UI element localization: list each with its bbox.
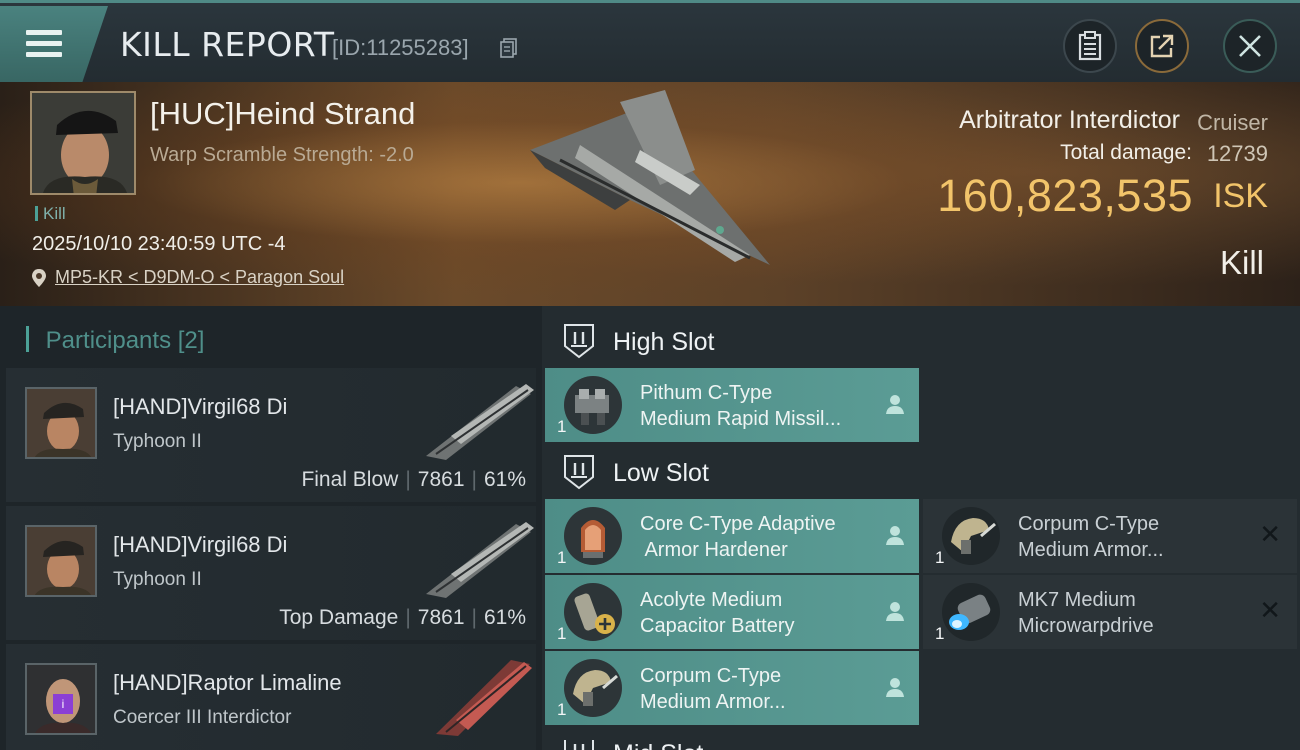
microwarpdrive-icon bbox=[942, 583, 1000, 641]
module-name: Corpum C-Type Medium Armor... bbox=[640, 665, 786, 713]
module-quantity: 1 bbox=[557, 548, 567, 567]
avatar bbox=[32, 93, 134, 193]
close-button[interactable] bbox=[1223, 19, 1277, 73]
participant-damage: 7861 bbox=[417, 606, 465, 629]
participant-name[interactable]: [HAND]Raptor Limaline bbox=[113, 670, 342, 696]
module-quantity: 1 bbox=[935, 624, 945, 643]
participant-ship: Coercer III Interdictor bbox=[113, 707, 292, 728]
participants-count: [2] bbox=[177, 327, 205, 354]
destroyed-x-icon: ✕ bbox=[1259, 519, 1281, 549]
participants-header: Participants [2] bbox=[26, 326, 205, 355]
isk-unit: ISK bbox=[1213, 177, 1268, 215]
module-name: Core C-Type Adaptive Armor Hardener bbox=[640, 513, 836, 561]
result-label: Kill bbox=[1219, 244, 1264, 281]
participant-ship-image bbox=[436, 660, 532, 736]
pilot-icon bbox=[886, 678, 904, 697]
participant-name[interactable]: [HAND]Virgil68 Di bbox=[113, 394, 287, 420]
menu-button[interactable] bbox=[0, 6, 108, 83]
clipboard-icon bbox=[1078, 31, 1102, 61]
participant-ship-image bbox=[426, 384, 534, 460]
high-slot-icon bbox=[564, 324, 594, 359]
module-quantity: 1 bbox=[935, 548, 945, 567]
module-name: Acolyte Medium Capacitor Battery bbox=[640, 589, 795, 637]
module-item[interactable]: 1 Core C-Type Adaptive Armor Hardener bbox=[545, 499, 919, 573]
module-item[interactable]: 1 Pithum C-Type Medium Rapid Missil... bbox=[545, 368, 919, 442]
pilot-icon bbox=[886, 526, 904, 545]
module-item[interactable]: 1 Acolyte Medium Capacitor Battery bbox=[545, 575, 919, 649]
armor-repairer-icon bbox=[942, 507, 1000, 565]
participant-damage: 7861 bbox=[417, 468, 465, 491]
kill-tag: Kill bbox=[35, 204, 66, 224]
fitting-panel: High Slot 1 Pithum C-Type Medium Rapid M… bbox=[542, 306, 1300, 750]
module-quantity: 1 bbox=[557, 417, 567, 436]
module-item[interactable]: 1 Corpum C-Type Medium Armor... bbox=[545, 651, 919, 725]
participant-stats: Top Damage | 7861 | 61% bbox=[279, 606, 526, 629]
victim-name[interactable]: [HUC]Heind Strand bbox=[150, 96, 415, 132]
share-button[interactable] bbox=[1135, 19, 1189, 73]
participant-ship-image bbox=[426, 522, 534, 598]
low-slot-label: Low Slot bbox=[613, 459, 709, 487]
module-name: Corpum C-Type Medium Armor... bbox=[1018, 513, 1164, 561]
armor-repairer-icon bbox=[564, 659, 622, 717]
total-damage-value: 12739 bbox=[1206, 141, 1268, 166]
missile-launcher-icon bbox=[564, 376, 622, 434]
module-quantity: 1 bbox=[557, 624, 567, 643]
participants-label: Participants bbox=[45, 327, 172, 354]
capacitor-battery-icon bbox=[564, 583, 622, 641]
avatar[interactable] bbox=[25, 387, 97, 459]
high-slot-label: High Slot bbox=[613, 328, 715, 356]
victim-ship-name[interactable]: Arbitrator Interdictor bbox=[959, 106, 1180, 135]
participants-panel: Participants [2] [HAND]Virgil68 Di Typho… bbox=[0, 306, 542, 750]
location-link[interactable]: MP5-KR < D9DM-O < Paragon Soul bbox=[55, 267, 344, 288]
participant-percent: 61% bbox=[483, 468, 526, 491]
kill-timestamp: 2025/10/10 23:40:59 UTC -4 bbox=[32, 233, 286, 255]
mid-slot-header: Mid Slot bbox=[562, 740, 762, 750]
location-pin-icon bbox=[32, 269, 46, 287]
participant-row[interactable]: i [HAND]Raptor Limaline Coercer III Inte… bbox=[6, 644, 536, 750]
participant-name[interactable]: [HAND]Virgil68 Di bbox=[113, 532, 287, 558]
participant-row[interactable]: [HAND]Virgil68 Di Typhoon II Final Blow |… bbox=[6, 368, 536, 502]
participant-ship: Typhoon II bbox=[113, 569, 202, 590]
destroyed-x-icon: ✕ bbox=[1259, 595, 1281, 625]
page-title: KILL REPORT bbox=[120, 25, 335, 64]
victim-ship-image bbox=[530, 90, 770, 265]
victim-ship-class: Cruiser bbox=[1197, 110, 1268, 135]
isk-value: 160,823,535 bbox=[937, 170, 1193, 221]
pilot-icon bbox=[886, 602, 904, 621]
report-id: [ID:11255283] bbox=[332, 35, 469, 60]
copy-icon[interactable] bbox=[500, 38, 517, 58]
participant-role: Final Blow bbox=[301, 468, 399, 491]
mid-slot-label: Mid Slot bbox=[613, 740, 703, 750]
module-item-destroyed[interactable]: 1 MK7 Medium Microwarpdrive ✕ bbox=[923, 575, 1297, 649]
share-icon bbox=[1150, 34, 1174, 58]
warp-scramble-strength: Warp Scramble Strength: -2.0 bbox=[150, 144, 414, 166]
clipboard-button[interactable] bbox=[1063, 19, 1117, 73]
participant-row[interactable]: [HAND]Virgil68 Di Typhoon II Top Damage |… bbox=[6, 506, 536, 640]
title-bar: KILL REPORT [ID:11255283] bbox=[0, 0, 1300, 83]
module-name: Pithum C-Type Medium Rapid Missil... bbox=[640, 382, 842, 430]
participant-stats: Final Blow | 7861 | 61% bbox=[301, 468, 526, 491]
armor-hardener-icon bbox=[564, 507, 622, 565]
low-slot-icon bbox=[564, 455, 594, 490]
victim-summary: [HUC]Heind Strand Warp Scramble Strength… bbox=[0, 82, 1300, 306]
pilot-icon bbox=[886, 395, 904, 414]
module-name: MK7 Medium Microwarpdrive bbox=[1018, 589, 1154, 637]
victim-portrait[interactable] bbox=[30, 91, 136, 195]
participant-role: Top Damage bbox=[279, 606, 399, 629]
total-damage-label: Total damage: bbox=[1060, 141, 1192, 164]
info-badge: i bbox=[53, 694, 73, 714]
close-icon bbox=[1239, 35, 1261, 57]
hamburger-icon[interactable] bbox=[26, 30, 62, 58]
module-quantity: 1 bbox=[557, 700, 567, 719]
module-item-destroyed[interactable]: 1 Corpum C-Type Medium Armor... ✕ bbox=[923, 499, 1297, 573]
avatar[interactable] bbox=[25, 525, 97, 597]
participant-percent: 61% bbox=[483, 606, 526, 629]
mid-slot-icon bbox=[564, 740, 594, 750]
participant-ship: Typhoon II bbox=[113, 431, 202, 452]
